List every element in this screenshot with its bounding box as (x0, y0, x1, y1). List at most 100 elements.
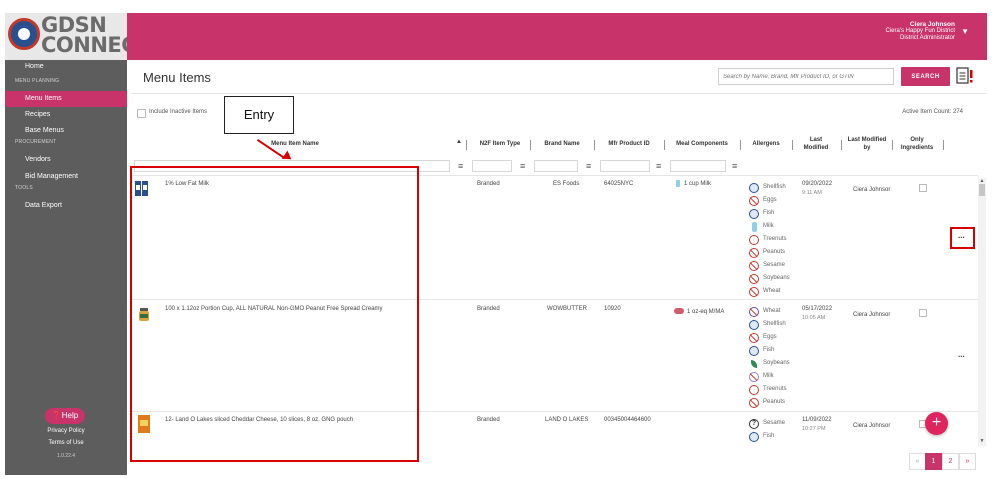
filter-icon[interactable]: ≡ (458, 160, 463, 172)
allergen-item: ? Sesame (749, 417, 785, 430)
soybeans-icon (749, 359, 759, 369)
more-options-icon[interactable]: ... (958, 350, 965, 359)
scroll-up-icon[interactable]: ▲ (978, 178, 986, 184)
column-header-meal-components[interactable]: Meal Components (670, 140, 734, 148)
column-header-mfr-id[interactable]: Mfr Product ID (600, 140, 658, 148)
last-modified-date: 11/09/2022 (802, 417, 832, 423)
brand-name: WOWBUTTER (547, 306, 587, 312)
allergen-item: Fish (749, 207, 774, 220)
allergen-label: Treenuts (763, 386, 787, 392)
scrollbar-thumb[interactable] (979, 184, 985, 196)
last-modified-by: Ciera Johnsor (853, 312, 891, 318)
column-header-only-ingredients[interactable]: Only Ingredients (896, 136, 938, 152)
column-separator (792, 140, 793, 150)
privacy-policy-link[interactable]: Privacy Policy (5, 428, 127, 434)
column-separator (664, 140, 665, 150)
help-button[interactable]: ❓Help (45, 408, 85, 424)
meal-component: 1 cup Milk (676, 180, 711, 188)
user-name: Ciera Johnson (909, 21, 955, 28)
allergen-label: Wheat (763, 308, 781, 314)
column-header-allergens[interactable]: Allergens (746, 140, 786, 148)
active-item-count: Active Item Count: 274 (902, 109, 963, 115)
search-button[interactable]: SEARCH (901, 67, 950, 86)
user-menu[interactable]: Ciera Johnson Ciera's Happy Fun District… (886, 21, 956, 42)
search-input[interactable] (718, 68, 894, 85)
allergen-item: Fish (749, 344, 774, 357)
add-item-button[interactable]: + (925, 412, 948, 435)
terms-of-use-link[interactable]: Terms of Use (5, 440, 127, 446)
column-header-brand[interactable]: Brand Name (534, 140, 590, 148)
allergen-item: Peanuts (749, 246, 785, 259)
include-inactive-checkbox[interactable] (137, 109, 146, 118)
sidebar-item-home[interactable]: Home (5, 60, 127, 74)
meal-component: 1 oz-eq M/MA (674, 308, 724, 316)
sidebar-item-recipes[interactable]: Recipes (5, 107, 127, 123)
allergen-label: Milk (763, 373, 774, 379)
chevron-down-icon[interactable]: ▼ (961, 27, 969, 36)
column-header-last-modified-by[interactable]: Last Modified by (847, 136, 887, 152)
wheat-icon (749, 307, 759, 317)
allergen-label: Treenuts (763, 236, 787, 242)
scrollbar[interactable] (978, 178, 986, 446)
allergen-label: Sesame (763, 262, 786, 268)
column-header-last-modified[interactable]: Last Modified (798, 136, 834, 152)
peanuts-icon (749, 248, 759, 258)
filter-input-mfr-id[interactable] (600, 160, 650, 172)
allergen-item: Eggs (749, 331, 777, 344)
fish-icon (749, 346, 759, 356)
n2f-item-type: Branded (477, 417, 500, 423)
filter-input-meal-components[interactable] (670, 160, 726, 172)
only-ingredients-checkbox[interactable] (919, 184, 927, 192)
allergen-item: Wheat (749, 285, 780, 298)
allergen-label: Wheat (763, 288, 781, 294)
column-separator (594, 140, 595, 150)
allergen-label: Soybeans (763, 360, 790, 366)
sidebar-item-vendors[interactable]: Vendors (5, 152, 127, 168)
brand-name: LAND O LAKES (545, 417, 589, 423)
column-header-n2f-type[interactable]: N2F Item Type (472, 140, 528, 148)
include-inactive-label: Include Inactive Items (149, 109, 208, 115)
fish-icon (749, 432, 759, 442)
eggs-icon (749, 196, 759, 206)
only-ingredients-checkbox[interactable] (919, 309, 927, 317)
allergen-label: Milk (763, 223, 774, 229)
fish-icon (749, 209, 759, 219)
nav: Home MENU PLANNING Menu Items Recipes Ba… (5, 60, 127, 214)
filter-icon[interactable]: ≡ (656, 160, 661, 172)
pagination-next[interactable]: » (959, 453, 976, 470)
help-label: Help (61, 411, 79, 420)
pagination-prev[interactable]: « (909, 453, 926, 470)
filter-icon[interactable]: ≡ (520, 160, 525, 172)
unknown-icon: ? (749, 419, 759, 429)
logo[interactable]: GDSN CONNECT (5, 13, 151, 60)
scroll-down-icon[interactable]: ▼ (978, 438, 986, 444)
entry-callout: Entry (224, 96, 294, 134)
page-title: Menu Items (143, 70, 211, 85)
filter-icon[interactable]: ≡ (586, 160, 591, 172)
eggs-icon (749, 333, 759, 343)
mfr-product-id: 00345004464600 (604, 417, 651, 423)
filter-input-brand[interactable] (534, 160, 578, 172)
allergen-item: Shellfish (749, 181, 786, 194)
allergen-item: Fish (749, 430, 774, 443)
filter-input-n2f-type[interactable] (472, 160, 512, 172)
sidebar-item-menu-items[interactable]: Menu Items (5, 91, 127, 107)
pagination-page-2[interactable]: 2 (942, 453, 959, 470)
filter-icon[interactable]: ≡ (732, 160, 737, 172)
allergen-item: Treenuts (749, 383, 786, 396)
more-options-highlight-box (950, 227, 975, 249)
export-document-icon[interactable] (956, 66, 974, 86)
last-modified-date: 09/20/2022 (802, 181, 833, 187)
milk-icon (749, 372, 759, 382)
allergen-label: Shellfish (763, 184, 786, 190)
pagination-page-1[interactable]: 1 (925, 453, 942, 470)
allergen-label: Peanuts (763, 249, 786, 255)
allergen-item: Milk (749, 370, 774, 383)
milk-icon (676, 180, 680, 187)
wheat-icon (749, 287, 759, 297)
allergen-label: Fish (763, 347, 775, 353)
n2f-item-type: Branded (477, 181, 500, 187)
allergen-item: Wheat (749, 305, 780, 318)
sidebar-item-data-export[interactable]: Data Export (5, 198, 127, 214)
sort-up-icon[interactable]: ▲ (456, 139, 462, 145)
